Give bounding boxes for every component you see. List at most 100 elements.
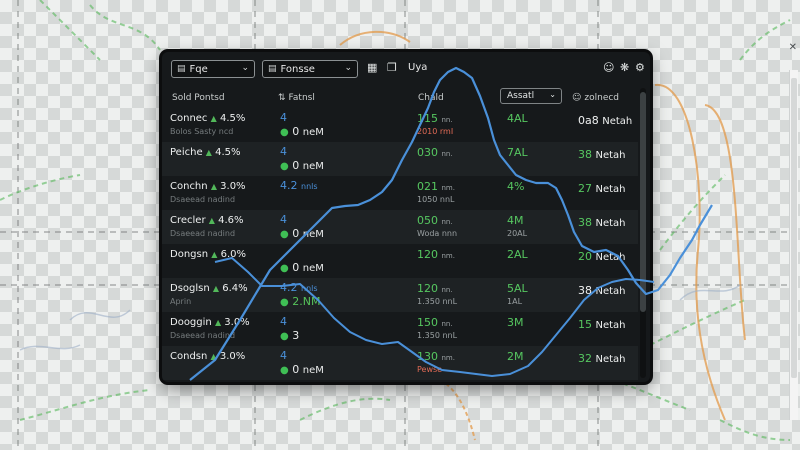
format-dropdown-label: Fonsse xyxy=(280,63,315,75)
table-row[interactable]: Conchn ▲ 3.0% Dsaeead nadind 4.2 nnls ● … xyxy=(162,176,638,210)
row-chald-cell: 030 nn. xyxy=(417,146,453,159)
row-netah-value: 38 xyxy=(578,148,592,161)
row-netah-cell: 38 Netah xyxy=(578,284,626,297)
row-chald-subtitle: 2010 rmI xyxy=(417,127,454,136)
column-header-sold[interactable]: Sold Pontsd xyxy=(172,90,225,106)
gear-icon[interactable]: ⚙ xyxy=(635,61,645,74)
row-status-cell: ● 0 neM xyxy=(280,125,324,138)
row-assatl-subtitle: 20AL xyxy=(507,229,528,238)
window-scrollbar[interactable] xyxy=(789,70,798,420)
table-row[interactable]: Crecler ▲ 4.6% Dsaeead nadind 4 ● 0 neM … xyxy=(162,210,638,244)
table-row[interactable]: Dongsn ▲ 6.0% ● 0 neM 120 nm. 2AL 20 Net… xyxy=(162,244,638,278)
chevron-down-icon: ⌄ xyxy=(344,63,352,73)
row-chald-cell: 120 nm. xyxy=(417,248,455,261)
sort-icon: ⇅ xyxy=(278,93,286,103)
row-status-cell: ● 0 neM xyxy=(280,159,324,172)
file-dropdown[interactable]: ▤ Fqe ⌄ xyxy=(171,60,255,78)
row-status-cell: ● 0 neM xyxy=(280,227,324,240)
row-netah-cell: 0a8 Netah xyxy=(578,114,632,127)
row-name: Condsn xyxy=(170,351,208,362)
row-rate-cell: 4 xyxy=(280,111,287,124)
row-status-value: 0 xyxy=(292,125,300,138)
format-dropdown[interactable]: ▤ Fonsse ⌄ xyxy=(262,60,358,78)
row-assatl-value: 3M xyxy=(507,316,524,329)
row-name-cell: Conchn ▲ 3.0% xyxy=(170,181,246,192)
panel-toolbar: ▤ Fqe ⌄ ▤ Fonsse ⌄ ▦ ❐ Uya ☺ ❋ ⚙ xyxy=(162,52,650,86)
row-status-cell: ● 3 xyxy=(280,329,299,342)
status-dot-icon: ● xyxy=(280,161,289,172)
row-netah-label: Netah xyxy=(595,218,626,229)
row-name: Connec xyxy=(170,113,208,124)
row-percent: 4.5% xyxy=(219,113,246,124)
row-chald-unit: nn. xyxy=(441,286,453,294)
row-rate-value: 4 xyxy=(280,145,287,158)
row-chald-cell: 050 nn. xyxy=(417,214,453,227)
mode-label[interactable]: Uya xyxy=(408,62,427,73)
row-percent: 3.0% xyxy=(219,351,246,362)
row-name: Dongsn xyxy=(170,249,209,260)
row-chald-value: 130 xyxy=(417,350,438,363)
settings-icon[interactable]: ❋ xyxy=(620,61,629,74)
window-scrollbar-thumb[interactable] xyxy=(791,78,797,378)
chevron-down-icon: ⌄ xyxy=(549,90,556,99)
panel-scrollbar-thumb[interactable] xyxy=(640,92,646,312)
row-rate-cell: 4 xyxy=(280,349,287,362)
row-chald-unit: nm. xyxy=(441,252,455,260)
row-netah-label: Netah xyxy=(595,150,626,161)
row-chald-subtitle: 1.350 nnL xyxy=(417,331,458,340)
assatl-dropdown[interactable]: Assatl ⌄ xyxy=(500,88,562,104)
grid-view-icon[interactable]: ▦ xyxy=(367,61,377,74)
panel-scrollbar[interactable] xyxy=(640,88,646,378)
row-assatl-value: 7AL xyxy=(507,146,528,159)
column-header-zolnecd[interactable]: ☺ zolnecd xyxy=(572,90,619,106)
row-rate-value: 4 xyxy=(280,349,287,362)
data-table: Connec ▲ 4.5% Bolos Sasty ncd 4 ● 0 neM … xyxy=(162,108,638,382)
row-netah-value: 0a8 xyxy=(578,114,599,127)
table-row[interactable]: Connec ▲ 4.5% Bolos Sasty ncd 4 ● 0 neM … xyxy=(162,108,638,142)
status-dot-icon: ● xyxy=(280,229,289,240)
column-header-chald-label: Chald xyxy=(418,93,444,103)
row-rate-cell: 4.2 nnls xyxy=(280,281,318,294)
row-netah-value: 15 xyxy=(578,318,592,331)
column-header-chald[interactable]: Chald xyxy=(418,90,444,106)
arrow-up-icon: ▲ xyxy=(205,148,212,157)
row-chald-unit: nn. xyxy=(441,150,453,158)
row-netah-label: Netah xyxy=(595,286,626,297)
status-dot-icon: ● xyxy=(280,263,289,274)
row-status-unit: neM xyxy=(302,127,324,138)
row-assatl-subtitle: 1AL xyxy=(507,297,523,306)
table-row[interactable]: Condsn ▲ 3.0% 4 ● 0 neM 130 nm. Pewse 2M… xyxy=(162,346,638,380)
row-status-cell: ● 0 neM xyxy=(280,363,324,376)
row-rate-value: 4.2 xyxy=(280,281,298,294)
row-chald-cell: 150 nn. xyxy=(417,316,453,329)
row-status-unit: neM xyxy=(302,365,324,376)
row-chald-unit: nn. xyxy=(441,320,453,328)
table-row[interactable]: Dsoglsn ▲ 6.4% Aprin 4.2 nnls ● 2.NM 120… xyxy=(162,278,638,312)
user-icon[interactable]: ☺ xyxy=(603,61,614,74)
folder-icon: ▤ xyxy=(177,64,186,74)
table-row[interactable]: Desiglin ▲ 4.5% Dsaeead nadind 4.2 nnls … xyxy=(162,380,638,382)
row-subtitle: Dsaeead nadind xyxy=(170,195,236,204)
row-chald-value: 120 xyxy=(417,282,438,295)
row-name: Dooggin xyxy=(170,317,212,328)
row-name-cell: Dsoglsn ▲ 6.4% xyxy=(170,283,248,294)
row-status-cell: ● 0 neM xyxy=(280,261,324,274)
copy-icon[interactable]: ❐ xyxy=(387,61,397,74)
column-header-fatnsl[interactable]: ⇅ Fatnsl xyxy=(278,90,315,106)
row-chald-value: 021 xyxy=(417,180,438,193)
row-chald-cell: 115 nn. xyxy=(417,112,453,125)
table-row[interactable]: Dooggin ▲ 3.0% Dsaeead nadind 4 ● 3 150 … xyxy=(162,312,638,346)
row-assatl-value: 2AL xyxy=(507,248,528,261)
row-netah-value: 32 xyxy=(578,352,592,365)
table-row[interactable]: Peiche ▲ 4.5% 4 ● 0 neM 030 nn. 7AL 38 N… xyxy=(162,142,638,176)
close-icon[interactable]: ✕ xyxy=(789,42,797,53)
row-rate-cell: 4 xyxy=(280,315,287,328)
row-subtitle: Bolos Sasty ncd xyxy=(170,127,234,136)
row-chald-value: 115 xyxy=(417,112,438,125)
arrow-up-icon: ▲ xyxy=(208,216,215,225)
row-subtitle: Dsaeead nadind xyxy=(170,229,236,238)
arrow-up-icon: ▲ xyxy=(212,284,220,293)
document-icon: ▤ xyxy=(268,64,277,74)
row-rate-value: 4 xyxy=(280,315,287,328)
status-dot-icon: ● xyxy=(280,297,289,308)
